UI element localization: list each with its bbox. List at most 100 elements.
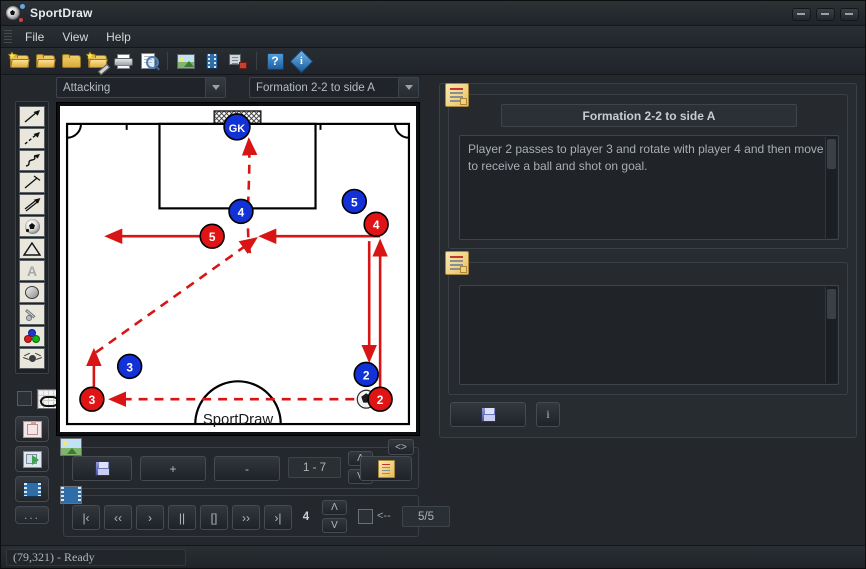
- t-end-arrow-icon[interactable]: [19, 172, 45, 193]
- title-bar: SportDraw: [1, 1, 865, 26]
- chevron-down-icon[interactable]: [398, 78, 418, 97]
- chevron-down-icon[interactable]: [205, 78, 225, 97]
- open-folder-icon[interactable]: [32, 49, 58, 73]
- blue-player-5[interactable]: 5: [341, 188, 368, 215]
- blue-player-2[interactable]: 2: [353, 361, 379, 388]
- notes-scrollbar[interactable]: [825, 287, 837, 383]
- save-folder-icon[interactable]: [58, 49, 84, 73]
- play-button[interactable]: ›: [136, 505, 164, 530]
- corner-arc-left: [66, 123, 82, 139]
- frame-spin-up-button[interactable]: Λ: [322, 500, 347, 515]
- description-group: Formation 2-2 to side A Player 2 passes …: [445, 83, 848, 249]
- description-text: Player 2 passes to player 3 and rotate w…: [468, 142, 824, 173]
- film-icon[interactable]: [60, 486, 82, 504]
- red-player-2[interactable]: 2: [367, 386, 393, 412]
- menu-bar: File View Help: [1, 26, 865, 48]
- more-button[interactable]: ...: [15, 506, 49, 524]
- svg-text:5: 5: [351, 195, 358, 209]
- frame-counter-value: 5/5: [402, 506, 450, 527]
- svg-text:4: 4: [373, 218, 380, 232]
- wizard-folder-icon[interactable]: ★: [84, 49, 110, 75]
- description-textarea[interactable]: Player 2 passes to player 3 and rotate w…: [459, 135, 839, 240]
- pause-button[interactable]: ||: [168, 505, 196, 530]
- close-button[interactable]: [840, 8, 859, 21]
- forward-button[interactable]: ››: [232, 505, 260, 530]
- solid-arrow-icon[interactable]: [19, 106, 45, 127]
- loop-checkbox[interactable]: [358, 509, 373, 524]
- pass-arrow-3-to-center: [95, 237, 258, 354]
- square-icon[interactable]: [17, 391, 32, 406]
- loop-arrow-label: <--: [377, 510, 391, 522]
- frame-spin-down-button[interactable]: V: [322, 518, 347, 533]
- court-button[interactable]: [15, 416, 49, 442]
- double-line-arrow-icon[interactable]: [19, 194, 45, 215]
- info-button[interactable]: i: [536, 402, 560, 427]
- description-scrollbar[interactable]: [825, 137, 837, 238]
- floppy-disk-icon: [94, 461, 110, 476]
- minimize-button[interactable]: [792, 8, 811, 21]
- svg-text:4: 4: [238, 205, 245, 219]
- blue-player-4[interactable]: 4: [228, 198, 254, 225]
- printer-icon[interactable]: [110, 49, 136, 73]
- triangle-icon[interactable]: [19, 238, 45, 259]
- stop-button[interactable]: []: [200, 505, 228, 530]
- about-info-icon[interactable]: i: [288, 48, 314, 74]
- menu-grip[interactable]: [4, 29, 12, 44]
- field-canvas[interactable]: SportDraw GK 4 5 3 2 5 4 3 2: [60, 106, 416, 432]
- add-slide-button[interactable]: +: [140, 456, 206, 481]
- first-frame-button[interactable]: |‹: [72, 505, 100, 530]
- slide-note-button[interactable]: [360, 456, 412, 481]
- menu-file[interactable]: File: [16, 28, 53, 46]
- notes-group: [445, 251, 848, 395]
- wavy-arrow-icon[interactable]: [19, 150, 45, 171]
- red-player-5[interactable]: 5: [199, 223, 225, 249]
- rewind-button[interactable]: ‹‹: [104, 505, 132, 530]
- floppy-disk-icon: [480, 407, 496, 422]
- save-slide-button[interactable]: [72, 456, 132, 481]
- field-watermark: SportDraw: [203, 412, 274, 428]
- maximize-button[interactable]: [816, 8, 835, 21]
- new-folder-icon[interactable]: ★: [6, 49, 32, 73]
- menu-help[interactable]: Help: [97, 28, 140, 46]
- letter-a-icon[interactable]: A: [19, 260, 45, 281]
- menu-view[interactable]: View: [53, 28, 97, 46]
- remove-slide-button[interactable]: -: [214, 456, 280, 481]
- application-window: SportDraw File View Help ★ ★ ? i Attacki…: [0, 0, 866, 569]
- category-dropdown[interactable]: Attacking: [56, 77, 226, 98]
- info-panel: Formation 2-2 to side A Player 2 passes …: [439, 83, 857, 438]
- slides-icon[interactable]: [225, 49, 251, 73]
- red-player-4[interactable]: 4: [363, 211, 389, 237]
- shot-arrow-on-goal: [241, 137, 258, 254]
- soccer-ball-icon: [6, 4, 25, 22]
- animation-button[interactable]: [15, 476, 49, 502]
- swap-side-button[interactable]: [15, 446, 49, 472]
- print-preview-icon[interactable]: [136, 49, 162, 73]
- blue-player-3[interactable]: 3: [116, 353, 143, 380]
- blue-player-gk[interactable]: GK: [223, 113, 251, 141]
- image-export-icon[interactable]: [173, 49, 199, 73]
- svg-text:5: 5: [209, 230, 216, 244]
- ellipse-icon[interactable]: [19, 282, 45, 303]
- status-text: (79,321) - Ready: [6, 548, 186, 566]
- svg-text:3: 3: [126, 360, 133, 374]
- save-description-button[interactable]: [450, 402, 526, 427]
- field-canvas-frame: SportDraw GK 4 5 3 2 5 4 3 2: [56, 102, 420, 436]
- notes-textarea[interactable]: [459, 285, 839, 385]
- last-frame-button[interactable]: ›|: [264, 505, 292, 530]
- soccer-ball-icon[interactable]: [19, 216, 45, 237]
- expand-collapse-button[interactable]: <>: [388, 439, 414, 455]
- help-question-icon[interactable]: ?: [262, 49, 288, 73]
- note-icon: [445, 251, 469, 275]
- svg-text:GK: GK: [229, 123, 245, 135]
- main-toolbar: ★ ★ ? i: [1, 48, 865, 75]
- film-icon[interactable]: [199, 49, 225, 73]
- formation-title: Formation 2-2 to side A: [501, 104, 797, 127]
- red-player-3[interactable]: 3: [79, 386, 105, 412]
- picture-icon[interactable]: [60, 438, 82, 456]
- dashed-arrow-icon[interactable]: [19, 128, 45, 149]
- pen-icon[interactable]: [19, 304, 45, 325]
- color-circles-icon[interactable]: [19, 326, 45, 347]
- spider-icon[interactable]: [19, 348, 45, 369]
- formation-dropdown[interactable]: Formation 2-2 to side A: [249, 77, 419, 98]
- window-title: SportDraw: [30, 6, 93, 20]
